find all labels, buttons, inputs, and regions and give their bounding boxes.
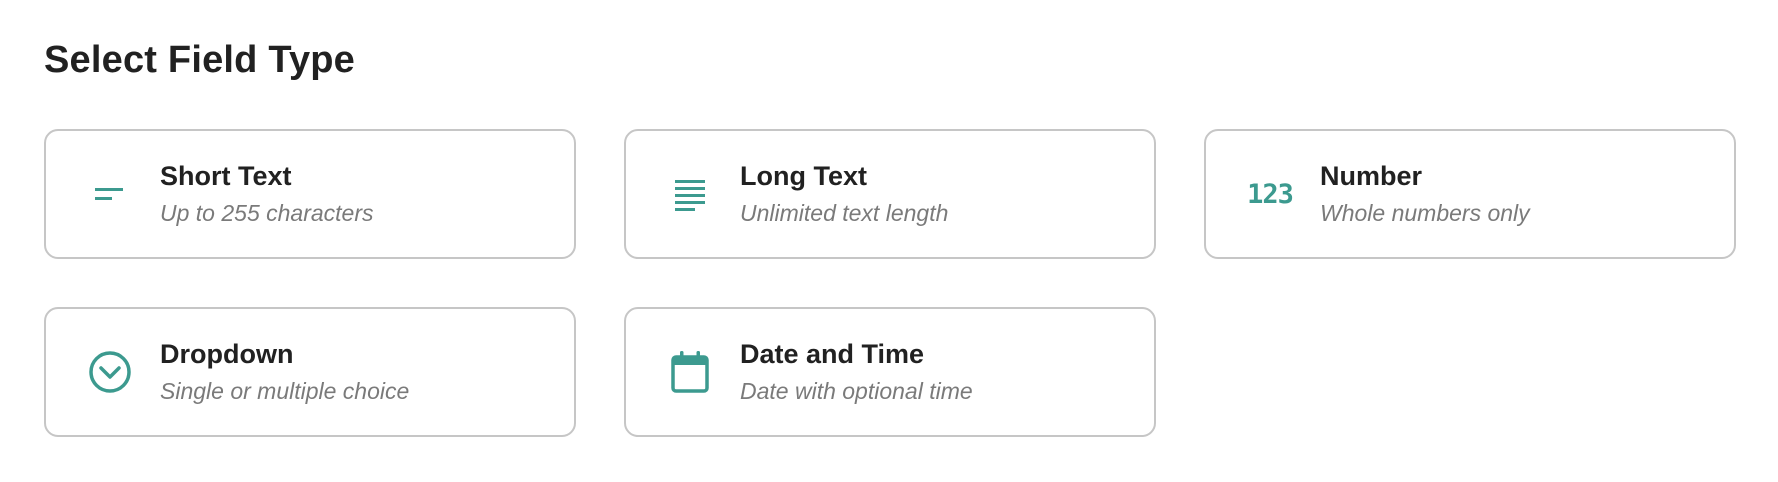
card-title: Short Text: [160, 161, 292, 191]
number-icon: 123: [1240, 164, 1300, 224]
short-text-icon: [80, 164, 140, 224]
card-text: Long Text Unlimited text length: [740, 160, 948, 228]
field-type-card-date-time[interactable]: Date and Time Date with optional time: [624, 307, 1156, 437]
field-type-card-dropdown[interactable]: Dropdown Single or multiple choice: [44, 307, 576, 437]
field-type-card-number[interactable]: 123 Number Whole numbers only: [1204, 129, 1736, 259]
card-subtitle: Single or multiple choice: [160, 378, 410, 405]
card-subtitle: Date with optional time: [740, 378, 973, 405]
field-type-card-long-text[interactable]: Long Text Unlimited text length: [624, 129, 1156, 259]
number-icon-text: 123: [1247, 178, 1294, 210]
calendar-icon: [660, 342, 720, 402]
card-text: Short Text Up to 255 characters: [160, 160, 374, 228]
card-subtitle: Unlimited text length: [740, 200, 949, 227]
field-type-grid: Short Text Up to 255 characters Long Tex…: [44, 129, 1736, 437]
card-title: Number: [1320, 161, 1423, 191]
card-title: Long Text: [740, 161, 867, 191]
card-subtitle: Whole numbers only: [1320, 200, 1530, 227]
field-type-selector: Select Field Type Short Text Up to 255 c…: [0, 0, 1778, 482]
field-type-card-short-text[interactable]: Short Text Up to 255 characters: [44, 129, 576, 259]
dropdown-circle-icon: [80, 342, 140, 402]
card-subtitle: Up to 255 characters: [160, 200, 374, 227]
card-title: Date and Time: [740, 339, 925, 369]
long-text-icon: [660, 164, 720, 224]
card-title: Dropdown: [160, 339, 294, 369]
page-title: Select Field Type: [44, 39, 356, 81]
card-text: Number Whole numbers only: [1320, 160, 1530, 228]
card-text: Dropdown Single or multiple choice: [160, 338, 409, 406]
card-text: Date and Time Date with optional time: [740, 338, 973, 406]
